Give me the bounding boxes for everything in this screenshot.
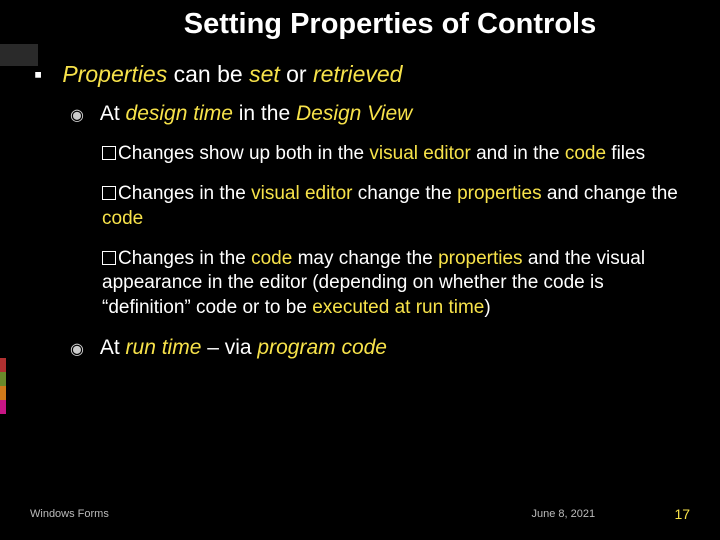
strip-orange xyxy=(0,386,6,400)
footer-left: Windows Forms xyxy=(30,508,252,520)
lvl3-container: Changes show up both in the visual edito… xyxy=(30,142,690,320)
body-text: files xyxy=(606,143,645,164)
emphasis-text: visual editor xyxy=(251,183,352,204)
bullet-lvl3: Changes in the code may change the prope… xyxy=(102,247,690,320)
lvl1-em1: Properties xyxy=(62,61,167,87)
emphasis-text: visual editor xyxy=(369,143,470,164)
box-glyph-icon xyxy=(102,251,116,265)
footer: Windows Forms June 8, 2021 17 xyxy=(0,506,720,522)
box-glyph-icon xyxy=(102,146,116,160)
color-strip xyxy=(0,358,6,414)
lvl1-em3: retrieved xyxy=(313,61,402,87)
body-text: and in the xyxy=(471,143,565,164)
body-text: Changes show up both in the xyxy=(118,143,369,164)
bullet-lvl3: Changes show up both in the visual edito… xyxy=(102,142,690,166)
circle-bullet-icon: ◉ xyxy=(70,339,94,359)
emphasis-text: code xyxy=(565,143,606,164)
body-text: change the xyxy=(352,183,457,204)
lvl1-em2: set xyxy=(249,61,280,87)
strip-red xyxy=(0,358,6,372)
lvl2b-em2: program code xyxy=(257,336,387,359)
body-text: may change the xyxy=(292,248,438,269)
lvl1-mid1: can be xyxy=(167,61,249,87)
lvl2a-em1: design time xyxy=(126,102,233,125)
lvl2b-em1: run time xyxy=(126,336,202,359)
bullet-lvl3: Changes in the visual editor change the … xyxy=(102,182,690,231)
emphasis-text: code xyxy=(102,208,143,229)
strip-green xyxy=(0,372,6,386)
lvl2b-mid: – via xyxy=(201,336,257,359)
circle-bullet-icon: ◉ xyxy=(70,105,94,125)
lvl1-mid2: or xyxy=(280,61,313,87)
accent-bar xyxy=(0,44,38,66)
bullet-lvl2-b: ◉ At run time – via program code xyxy=(70,336,690,360)
bullet-lvl2-a: ◉ At design time in the Design View xyxy=(70,102,690,126)
emphasis-text: properties xyxy=(457,183,542,204)
emphasis-text: properties xyxy=(438,248,523,269)
strip-pink xyxy=(0,400,6,414)
lvl2a-pre: At xyxy=(100,102,126,125)
body-text: Changes in the xyxy=(118,248,251,269)
slide: Setting Properties of Controls ▪ Propert… xyxy=(0,0,720,540)
body-text: ) xyxy=(484,297,490,318)
lvl2b-pre: At xyxy=(100,336,126,359)
lvl2a-mid: in the xyxy=(233,102,296,125)
box-glyph-icon xyxy=(102,186,116,200)
emphasis-text: executed at run time xyxy=(312,297,484,318)
footer-page-number: 17 xyxy=(674,506,690,522)
slide-title: Setting Properties of Controls xyxy=(30,8,690,41)
body-text: Changes in the xyxy=(118,183,251,204)
footer-date: June 8, 2021 xyxy=(252,508,674,520)
lvl2a-em2: Design View xyxy=(296,102,412,125)
body-text: and change the xyxy=(542,183,678,204)
bullet-lvl1: ▪ Properties can be set or retrieved xyxy=(34,61,690,88)
emphasis-text: code xyxy=(251,248,292,269)
